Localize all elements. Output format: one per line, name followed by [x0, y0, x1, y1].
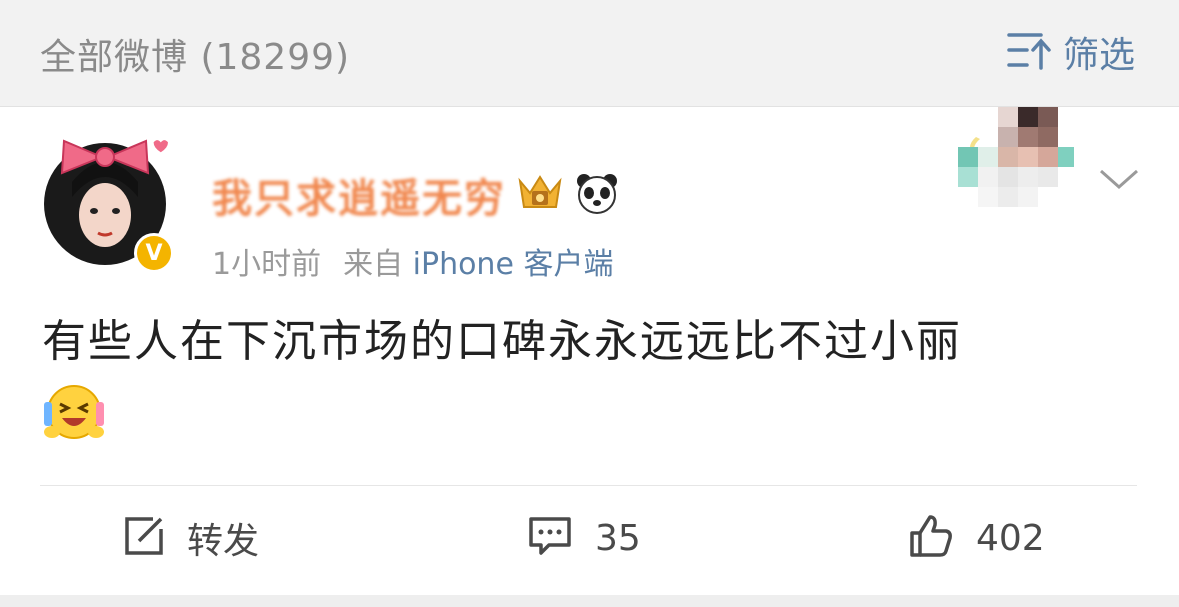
- page-title: 全部微博 (18299): [40, 37, 351, 78]
- filter-label: 筛选: [1062, 35, 1135, 76]
- header-bar: 全部微博 (18299) 筛选: [0, 0, 1179, 107]
- verified-badge-text: V: [145, 240, 163, 266]
- comment-count: 35: [595, 517, 641, 559]
- like-count: 402: [976, 517, 1045, 559]
- chevron-down-icon[interactable]: [1099, 167, 1139, 195]
- decorative-sticker: [958, 107, 1088, 207]
- weibo-post-card: V 我只求逍遥无穷 1小时前 来自 iPhone 客户端 有些人在下沉市场的口碑…: [0, 107, 1179, 595]
- source-link[interactable]: iPhone 客户端: [413, 247, 614, 282]
- comment-button[interactable]: 35: [527, 514, 641, 562]
- repost-icon: [123, 515, 165, 561]
- filter-button[interactable]: 筛选: [1007, 28, 1135, 76]
- divider: [40, 485, 1137, 486]
- comment-icon: [527, 515, 573, 561]
- panda-icon: [574, 171, 620, 219]
- source-prefix: 来自: [343, 247, 404, 282]
- author-name[interactable]: 我只求逍遥无穷: [212, 166, 506, 224]
- post-author: 我只求逍遥无穷: [212, 167, 620, 223]
- laughing-emoji: [44, 382, 104, 442]
- bottom-gap: [0, 595, 1179, 607]
- post-source-line: 来自 iPhone 客户端: [343, 239, 613, 283]
- avatar[interactable]: V: [42, 137, 174, 273]
- verified-badge-icon: V: [134, 233, 174, 273]
- repost-button[interactable]: 转发: [123, 514, 259, 562]
- vip-crown-icon[interactable]: [514, 171, 566, 219]
- post-time: 1小时前: [212, 247, 322, 282]
- post-text: 有些人在下沉市场的口碑永永远远比不过小丽: [42, 316, 962, 367]
- thumbs-up-icon: [908, 513, 954, 563]
- sort-filter-icon: [1007, 30, 1053, 74]
- post-meta: 1小时前 来自 iPhone 客户端: [212, 239, 613, 283]
- repost-label: 转发: [187, 521, 260, 562]
- like-button[interactable]: 402: [908, 514, 1045, 562]
